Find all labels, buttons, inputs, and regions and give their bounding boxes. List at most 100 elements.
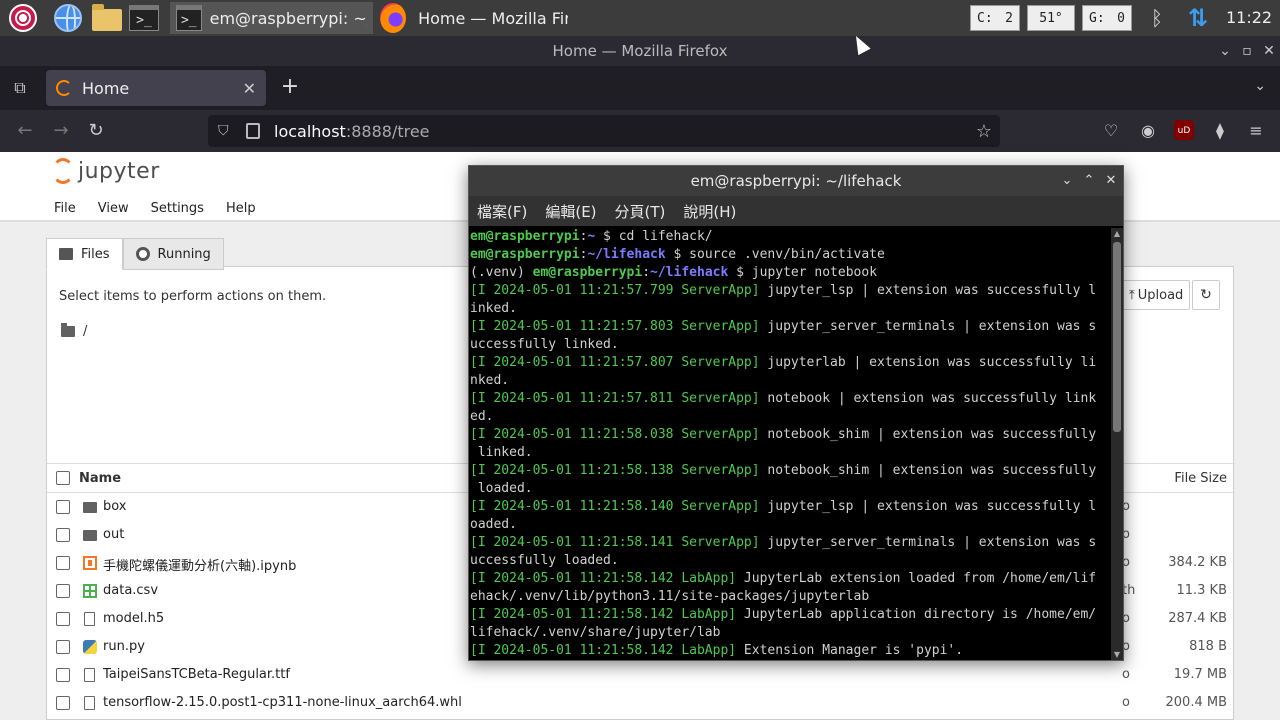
pocket-icon[interactable]: ♡ bbox=[1100, 120, 1122, 142]
terminal-text: linked. bbox=[470, 445, 533, 460]
terminal-maximize-icon[interactable]: ⌃ bbox=[1079, 166, 1099, 196]
terminal-scrollbar[interactable]: ▲ ▼ bbox=[1111, 228, 1123, 660]
upload-icon: ⤒ bbox=[1129, 287, 1135, 303]
terminal-menu-file[interactable]: 檔案(F) bbox=[477, 201, 527, 222]
temperature-meter[interactable]: 51° bbox=[1027, 5, 1075, 31]
file-row[interactable]: TaipeiSansTCBeta-Regular.ttf o 19.7 MB bbox=[47, 661, 1235, 689]
terminal-text: em@raspberrypi bbox=[532, 265, 643, 280]
terminal-text: [I 2024-05-01 11:21:57.799 ServerApp] bbox=[470, 283, 760, 298]
terminal-menu-edit[interactable]: 編輯(E) bbox=[545, 201, 596, 222]
network-icon[interactable]: ⇅ bbox=[1184, 4, 1212, 32]
page-info-icon[interactable] bbox=[246, 123, 260, 139]
terminal-output[interactable]: em@raspberrypi:~ $ cd lifehack/em@raspbe… bbox=[469, 228, 1110, 660]
file-row-checkbox[interactable] bbox=[56, 584, 70, 598]
file-row-name[interactable]: TaipeiSansTCBeta-Regular.ttf bbox=[103, 667, 290, 682]
file-row-name[interactable]: box bbox=[103, 499, 127, 514]
file-row-name[interactable]: data.csv bbox=[103, 583, 158, 598]
cpu-meter[interactable]: C: 2 bbox=[970, 5, 1020, 31]
breadcrumb-root[interactable]: / bbox=[83, 324, 87, 339]
terminal-text: [I 2024-05-01 11:21:58.140 ServerApp] bbox=[470, 499, 760, 514]
hamburger-menu-icon[interactable]: ≡ bbox=[1245, 120, 1267, 142]
navigation-toolbar: ← → ↻ ⛉ localhost:8888/tree ☆ ♡ ◉ uD ⧫ ≡ bbox=[0, 110, 1280, 152]
url-bar[interactable]: ⛉ localhost:8888/tree ☆ bbox=[208, 115, 1000, 147]
menu-view[interactable]: View bbox=[98, 201, 129, 216]
jupyter-logo[interactable]: jupyter bbox=[52, 158, 160, 184]
maximize-icon[interactable]: ▫ bbox=[1236, 43, 1258, 59]
selection-hint: Select items to perform actions on them. bbox=[59, 289, 327, 304]
terminal-launcher-icon[interactable]: >_ bbox=[128, 4, 160, 32]
refresh-button[interactable]: ↻ bbox=[1192, 280, 1220, 310]
taskbar-task-terminal[interactable]: >_ em@raspberrypi: ~/li... bbox=[170, 2, 373, 34]
terminal-text: [I 2024-05-01 11:21:58.141 ServerApp] bbox=[470, 535, 760, 550]
terminal-text: lifehack/.venv/share/jupyter/lab bbox=[470, 625, 721, 640]
file-manager-launcher-icon[interactable] bbox=[91, 4, 123, 32]
file-row-checkbox[interactable] bbox=[56, 528, 70, 542]
reload-icon[interactable]: ↻ bbox=[85, 120, 107, 142]
url-text[interactable]: localhost:8888/tree bbox=[274, 122, 430, 141]
web-browser-launcher-icon[interactable] bbox=[53, 4, 83, 32]
menu-settings[interactable]: Settings bbox=[151, 201, 204, 216]
tab-files[interactable]: Files bbox=[46, 238, 123, 270]
select-all-checkbox[interactable] bbox=[56, 471, 70, 485]
close-window-icon[interactable]: ✕ bbox=[1258, 43, 1280, 59]
tab-running[interactable]: Running bbox=[122, 238, 224, 270]
file-row[interactable]: tensorflow-2.15.0.post1-cp311-none-linux… bbox=[47, 689, 1235, 717]
terminal-title[interactable]: em@raspberrypi: ~/lifehack bbox=[469, 166, 1123, 196]
extensions-puzzle-icon[interactable]: ⧫ bbox=[1209, 120, 1231, 142]
folder-icon bbox=[83, 530, 97, 541]
clock[interactable]: 11:22 bbox=[1226, 8, 1272, 27]
minimize-icon[interactable]: ⌄ bbox=[1214, 43, 1236, 59]
terminal-text: (.venv) bbox=[470, 265, 533, 280]
account-icon[interactable]: ◉ bbox=[1137, 120, 1159, 142]
file-row-name[interactable]: out bbox=[103, 527, 124, 542]
file-row-size: 287.4 KB bbox=[1168, 611, 1227, 626]
scroll-up-icon[interactable]: ▲ bbox=[1111, 229, 1123, 238]
column-file-size[interactable]: File Size bbox=[1155, 471, 1235, 486]
breadcrumb[interactable]: / bbox=[61, 323, 87, 339]
file-icon bbox=[84, 696, 95, 710]
bookmark-star-icon[interactable]: ☆ bbox=[976, 121, 992, 142]
terminal-text: [I 2024-05-01 11:21:58.142 LabApp] bbox=[470, 571, 737, 586]
terminal-minimize-icon[interactable]: ⌄ bbox=[1057, 166, 1077, 196]
terminal-text: [I 2024-05-01 11:21:58.142 LabApp] bbox=[470, 607, 737, 622]
file-row-checkbox[interactable] bbox=[56, 640, 70, 654]
upload-button-label: Upload bbox=[1137, 287, 1184, 303]
file-row-name[interactable]: tensorflow-2.15.0.post1-cp311-none-linux… bbox=[103, 695, 462, 710]
tab-home[interactable]: Home ✕ bbox=[46, 70, 266, 106]
taskbar-task-firefox[interactable]: Home — Mozilla Fire.. bbox=[374, 2, 574, 34]
terminal-window[interactable]: em@raspberrypi: ~/lifehack ⌄ ⌃ ✕ 檔案(F) 編… bbox=[468, 165, 1124, 661]
gpu-meter[interactable]: G: 0 bbox=[1082, 5, 1132, 31]
file-row-checkbox[interactable] bbox=[56, 500, 70, 514]
new-tab-button[interactable]: + bbox=[280, 74, 300, 99]
file-row-modified: th bbox=[1122, 583, 1136, 598]
scroll-down-icon[interactable]: ▼ bbox=[1111, 650, 1123, 659]
file-row-modified: o bbox=[1122, 667, 1130, 682]
file-row-name[interactable]: model.h5 bbox=[103, 611, 164, 626]
file-row-name[interactable]: 手機陀螺儀運動分析(六軸).ipynb bbox=[103, 555, 296, 574]
file-row-size: 19.7 MB bbox=[1173, 667, 1227, 682]
upload-button[interactable]: ⤒ Upload bbox=[1122, 280, 1191, 310]
close-tab-icon[interactable]: ✕ bbox=[243, 79, 256, 98]
menu-file[interactable]: File bbox=[54, 201, 76, 216]
firefox-view-icon[interactable]: ⧉ bbox=[10, 78, 30, 98]
bluetooth-icon[interactable]: ᛒ bbox=[1146, 6, 1168, 30]
forward-arrow-icon[interactable]: → bbox=[50, 120, 72, 142]
file-row-checkbox[interactable] bbox=[56, 668, 70, 682]
file-row-name[interactable]: run.py bbox=[103, 639, 145, 654]
menu-help[interactable]: Help bbox=[226, 201, 256, 216]
column-name[interactable]: Name bbox=[79, 471, 121, 486]
terminal-menu-tabs[interactable]: 分頁(T) bbox=[615, 201, 666, 222]
terminal-text: JupyterLab extension loaded from /home/e… bbox=[736, 571, 1097, 586]
terminal-scrollbar-thumb[interactable] bbox=[1113, 242, 1121, 432]
list-all-tabs-icon[interactable]: ⌄ bbox=[1254, 78, 1266, 94]
terminal-menu-help[interactable]: 說明(H) bbox=[683, 201, 736, 222]
ublock-origin-icon[interactable]: uD bbox=[1174, 120, 1194, 140]
raspberry-menu-icon[interactable] bbox=[8, 4, 38, 32]
file-row-checkbox[interactable] bbox=[56, 556, 70, 570]
python-icon bbox=[83, 640, 97, 654]
file-row-checkbox[interactable] bbox=[56, 696, 70, 710]
tracking-shield-icon[interactable]: ⛉ bbox=[218, 123, 234, 139]
terminal-close-icon[interactable]: ✕ bbox=[1101, 166, 1121, 196]
file-row-checkbox[interactable] bbox=[56, 612, 70, 626]
back-arrow-icon[interactable]: ← bbox=[14, 120, 36, 142]
